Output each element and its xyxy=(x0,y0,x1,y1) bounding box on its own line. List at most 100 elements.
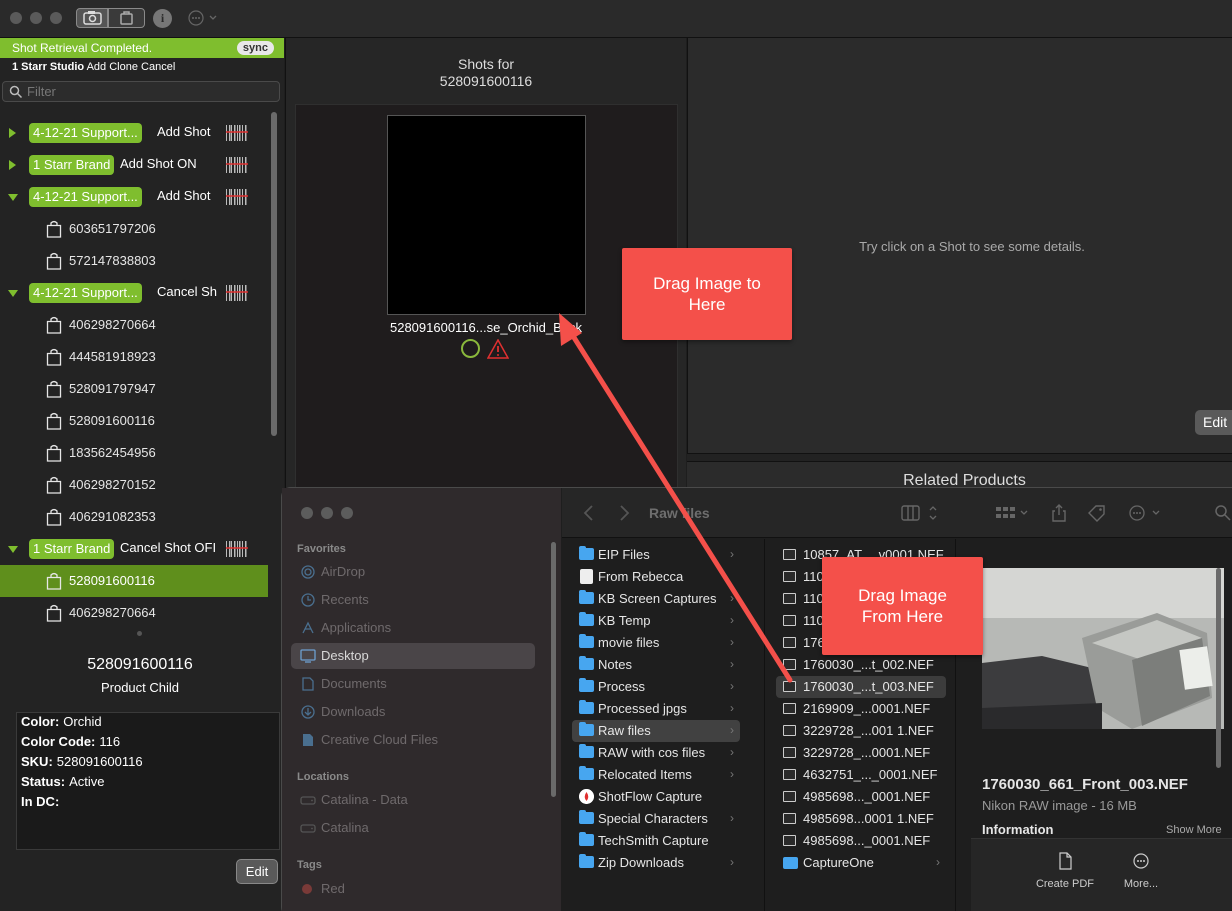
more-options-icon[interactable] xyxy=(188,10,220,26)
sidebar-location-item[interactable]: Catalina xyxy=(291,815,535,841)
sidebar-item-downloads[interactable]: Downloads xyxy=(291,699,535,725)
disclosure-closed-icon[interactable] xyxy=(9,128,16,138)
tree-item-row[interactable]: 528091600116 xyxy=(0,405,268,437)
share-icon[interactable] xyxy=(1050,504,1068,522)
status-circle-icon xyxy=(461,339,480,358)
sidebar-item-creative-cloud-files[interactable]: Creative Cloud Files xyxy=(291,727,535,753)
finder-item[interactable]: EIP Files › xyxy=(572,544,740,566)
finder-item[interactable]: Notes › xyxy=(572,654,740,676)
bag-button[interactable] xyxy=(108,8,145,28)
tree-item-row[interactable]: 528091600116 xyxy=(0,565,268,597)
finder-file[interactable]: 4632751_..._0001.NEF xyxy=(776,764,946,786)
finder-item[interactable]: TechSmith Capture xyxy=(572,830,740,852)
tree-item-row[interactable]: 183562454956 xyxy=(0,437,268,469)
tree-group-row[interactable]: 4-12-21 Support... Cancel Sh xyxy=(0,277,268,309)
disclosure-open-icon[interactable] xyxy=(8,194,18,201)
tree-group-row[interactable]: 4-12-21 Support... Add Shot xyxy=(0,181,268,213)
finder-file[interactable]: 4985698..._0001.NEF xyxy=(776,786,946,808)
finder-file[interactable]: 1760030_...t_003.NEF xyxy=(776,676,946,698)
studio-clone-link[interactable]: Clone xyxy=(109,61,138,73)
sidebar-item-desktop[interactable]: Desktop xyxy=(291,643,535,669)
tree-item-row[interactable]: 528091797947 xyxy=(0,373,268,405)
sidebar-tag-red[interactable]: Red xyxy=(291,876,535,902)
finder-zoom-button[interactable] xyxy=(341,507,353,519)
tree-item-row[interactable]: 406298270664 xyxy=(0,309,268,341)
tree-item-row[interactable]: 406291082353 xyxy=(0,501,268,533)
minimize-window-button[interactable] xyxy=(30,12,42,24)
tree-group-row[interactable]: 4-12-21 Support... Add Shot xyxy=(0,117,268,149)
finder-item[interactable]: Zip Downloads › xyxy=(572,852,740,874)
group-action[interactable]: Add Shot xyxy=(157,124,211,139)
shot-thumbnail[interactable] xyxy=(387,115,586,315)
more-button[interactable]: More... xyxy=(1101,852,1181,890)
sidebar-item-recents[interactable]: Recents xyxy=(291,587,535,613)
sync-button[interactable]: sync xyxy=(236,41,274,55)
finder-item[interactable]: Special Characters › xyxy=(572,808,740,830)
close-window-button[interactable] xyxy=(10,12,22,24)
split-handle[interactable] xyxy=(137,631,142,636)
finder-close-button[interactable] xyxy=(301,507,313,519)
finder-item[interactable]: Processed jpgs › xyxy=(572,698,740,720)
info-button[interactable]: i xyxy=(153,9,172,28)
sidebar-scrollbar[interactable] xyxy=(551,542,556,797)
sidebar-location-item[interactable]: Catalina - Data xyxy=(291,787,535,813)
camera-button[interactable] xyxy=(76,8,108,28)
forward-icon[interactable] xyxy=(617,504,631,522)
detail-edit-button[interactable]: Edit xyxy=(236,859,278,884)
finder-item[interactable]: Process › xyxy=(572,676,740,698)
group-action[interactable]: Cancel Sh xyxy=(157,284,217,299)
sku-label: 528091600116 xyxy=(69,573,155,588)
finder-file[interactable]: 1760030_...t_002.NEF xyxy=(776,654,946,676)
shot-edit-button[interactable]: Edit xyxy=(1195,410,1232,435)
shopping-bag-icon xyxy=(46,348,62,366)
tree-group-row[interactable]: 1 Starr Brand Cancel Shot OFI xyxy=(0,533,268,565)
column-view-icon[interactable] xyxy=(900,504,940,522)
finder-item[interactable]: ShotFlow Capture xyxy=(572,786,740,808)
sidebar-item-documents[interactable]: Documents xyxy=(291,671,535,697)
sidebar-item-applications[interactable]: Applications xyxy=(291,615,535,641)
tree-item-row[interactable]: 603651797206 xyxy=(0,213,268,245)
tree-item-row[interactable]: 572147838803 xyxy=(0,245,268,277)
tree-item-row[interactable]: 406298270152 xyxy=(0,469,268,501)
finder-minimize-button[interactable] xyxy=(321,507,333,519)
finder-item[interactable]: Raw files › xyxy=(572,720,740,742)
finder-file[interactable]: 3229728_...001 1.NEF xyxy=(776,720,946,742)
disclosure-open-icon[interactable] xyxy=(8,290,18,297)
pane-divider[interactable] xyxy=(687,453,1232,462)
tree-scrollbar[interactable] xyxy=(271,112,277,436)
show-more-link[interactable]: Show More xyxy=(1166,824,1222,836)
create-pdf-button[interactable]: Create PDF xyxy=(1025,852,1105,890)
finder-file[interactable]: › CaptureOne xyxy=(776,852,946,874)
tree-item-row[interactable]: 444581918923 xyxy=(0,341,268,373)
finder-item[interactable]: movie files › xyxy=(572,632,740,654)
zoom-window-button[interactable] xyxy=(50,12,62,24)
disclosure-open-icon[interactable] xyxy=(8,546,18,553)
disclosure-closed-icon[interactable] xyxy=(9,160,16,170)
action-menu-icon[interactable] xyxy=(1128,504,1164,522)
tag-icon[interactable] xyxy=(1087,504,1107,522)
studio-add-link[interactable]: Add xyxy=(87,61,107,73)
filter-input[interactable] xyxy=(27,83,267,100)
studio-cancel-link[interactable]: Cancel xyxy=(141,61,175,73)
finder-item[interactable]: KB Screen Captures › xyxy=(572,588,740,610)
finder-item[interactable]: From Rebecca xyxy=(572,566,740,588)
group-icon[interactable] xyxy=(994,504,1030,522)
filter-field[interactable] xyxy=(2,81,280,102)
preview-scrollbar[interactable] xyxy=(1216,568,1221,768)
finder-file[interactable]: 3229728_...0001.NEF xyxy=(776,742,946,764)
detail-title: 528091600116 xyxy=(87,656,193,673)
tree-group-row[interactable]: 1 Starr Brand Add Shot ON xyxy=(0,149,268,181)
group-action[interactable]: Add Shot xyxy=(157,188,211,203)
group-action[interactable]: Cancel Shot OFI xyxy=(120,540,216,555)
finder-item[interactable]: RAW with cos files › xyxy=(572,742,740,764)
group-action[interactable]: Add Shot ON xyxy=(120,156,197,171)
finder-file[interactable]: 4985698...0001 1.NEF xyxy=(776,808,946,830)
finder-item[interactable]: Relocated Items › xyxy=(572,764,740,786)
sidebar-item-airdrop[interactable]: AirDrop xyxy=(291,559,535,585)
finder-item[interactable]: KB Temp › xyxy=(572,610,740,632)
search-icon[interactable] xyxy=(1214,504,1232,522)
finder-file[interactable]: 2169909_...0001.NEF xyxy=(776,698,946,720)
tree-item-row[interactable]: 406298270664 xyxy=(0,597,268,629)
finder-file[interactable]: 4985698..._0001.NEF xyxy=(776,830,946,852)
back-icon[interactable] xyxy=(582,504,596,522)
